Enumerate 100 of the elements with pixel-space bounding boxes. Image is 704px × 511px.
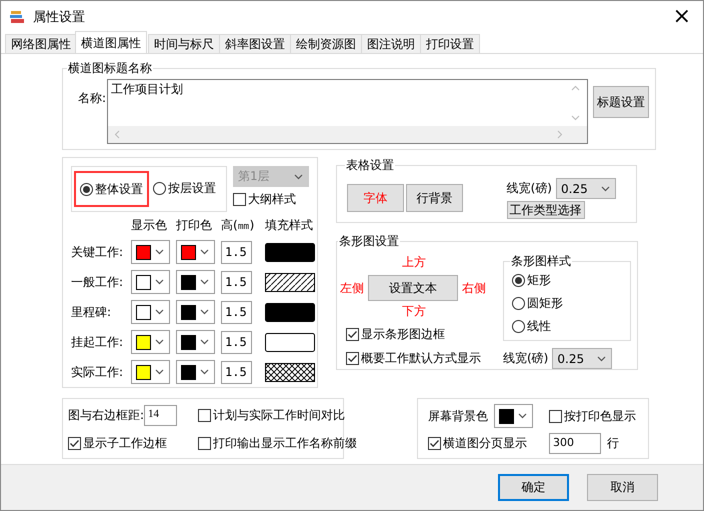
checkbox-option[interactable]: 按打印色显示 [549,408,638,424]
checkbox[interactable] [233,193,246,206]
color-dropdown[interactable] [176,360,215,384]
chevron-icon [518,413,527,419]
line-width-dropdown[interactable]: 0.25 [556,178,616,199]
title-settings-button[interactable]: 标题设置 [593,86,650,118]
color-dropdown[interactable] [131,360,170,384]
rows-unit-label: 行 [607,435,619,452]
height-field[interactable]: 1.5 [221,270,252,294]
dialog-button[interactable]: 确定 [498,474,569,501]
color-dropdown[interactable] [176,240,215,264]
checkbox[interactable] [198,437,211,450]
close-button[interactable]: × [668,6,695,28]
color-dropdown[interactable] [494,404,533,428]
radio-button[interactable] [512,320,525,333]
window-title: 属性设置 [33,8,85,26]
radio-option[interactable]: 圆矩形 [512,295,622,312]
checkbox[interactable] [346,328,359,341]
checkbox-option[interactable]: 横道图分页显示 [428,435,535,452]
fill-style-swatch[interactable] [265,302,315,322]
column-header: 高(㎜) [221,217,256,234]
color-dropdown[interactable] [176,270,215,294]
color-dropdown[interactable] [131,240,170,264]
radio-button[interactable] [153,182,166,195]
checkbox[interactable] [428,437,441,450]
table-button[interactable]: 行背景 [406,184,463,212]
color-dropdown[interactable] [176,330,215,354]
line-width-label: 线宽(磅) [506,180,552,197]
chevron-icon [155,279,164,285]
chevron-icon [200,279,209,285]
tab[interactable]: 网络图属性 [5,34,77,53]
row-label: 一般工作: [71,274,124,290]
line-width-label: 线宽(磅) [503,350,548,367]
tab[interactable]: 绘制资源图 [290,34,362,53]
margin-label: 图与右边框距: [68,407,144,424]
rows-field[interactable]: 300 [549,433,601,454]
tab[interactable]: 横道图属性 [75,31,147,53]
position-label: 右侧 [462,280,486,296]
chevron-icon [597,356,606,362]
checkbox-option[interactable]: 显示条形图边框 [346,326,500,343]
color-dropdown[interactable] [131,300,170,324]
checkbox-option[interactable]: 大纲样式 [233,191,309,208]
chevron-icon [155,249,164,255]
tab[interactable]: 图注说明 [361,34,421,53]
fill-style-swatch[interactable] [265,332,315,352]
checkbox[interactable] [198,409,211,422]
tab[interactable]: 斜率图设置 [219,34,291,53]
column-header: 打印色 [176,217,213,234]
line-width-dropdown[interactable]: 0.25 [552,348,612,369]
position-label: 左侧 [340,280,364,296]
checkbox-option[interactable]: 显示子工作边框 [68,435,198,452]
radio-button[interactable] [512,297,525,310]
fill-style-swatch[interactable] [265,362,315,382]
position-label: 上方 [402,254,427,271]
checkbox[interactable] [346,352,359,365]
checkbox[interactable] [549,410,562,422]
row-label: 关键工作: [71,244,124,260]
color-dropdown[interactable] [176,300,215,324]
tab[interactable]: 时间与标尺 [148,34,220,53]
column-header: 填充样式 [265,217,314,234]
checkbox-option[interactable]: 打印输出显示工作名称前缀 [198,435,357,452]
row-label: 里程碑: [71,304,112,320]
group-title: 条形图样式 [510,253,572,270]
chevron-icon [200,369,209,375]
set-text-button[interactable]: 设置文本 [368,275,458,301]
column-header: 显示色 [131,217,168,234]
background-color-label: 屏幕背景色 [428,408,488,424]
margin-field[interactable]: 14 [144,405,178,426]
tab[interactable]: 打印设置 [420,34,480,53]
chevron-icon [200,339,209,345]
work-type-button[interactable]: 工作类型选择 [506,201,585,219]
app-icon [9,8,25,24]
radio-option[interactable]: 整体设置 [80,180,143,198]
checkbox[interactable] [68,437,81,450]
group-title: 表格设置 [345,157,395,174]
row-label: 实际工作: [71,364,124,380]
radio-option[interactable]: 矩形 [512,272,622,289]
radio-button[interactable] [512,274,525,287]
row-label: 挂起工作: [71,334,124,350]
color-dropdown[interactable] [131,330,170,354]
height-field[interactable]: 1.5 [221,300,252,324]
height-field[interactable]: 1.5 [221,240,252,264]
group-title: 条形图设置 [338,233,400,250]
dialog-button[interactable]: 取消 [587,474,658,501]
group-title: 横道图标题名称 [67,60,153,77]
chevron-icon [601,186,610,192]
color-dropdown[interactable] [131,270,170,294]
height-field[interactable]: 1.5 [221,330,252,354]
fill-style-swatch[interactable] [265,242,315,262]
chevron-icon [155,369,164,375]
fill-style-swatch[interactable] [265,272,315,292]
chevron-icon [294,174,303,180]
checkbox-option[interactable]: 计划与实际工作时间对比 [198,407,357,424]
chevron-icon [155,309,164,315]
chevron-icon [200,309,209,315]
checkbox-option[interactable]: 概要工作默认方式显示 [346,350,500,367]
radio-option[interactable]: 按层设置 [153,180,216,197]
radio-option[interactable]: 线性 [512,318,622,335]
height-field[interactable]: 1.5 [221,360,252,384]
radio-button[interactable] [80,182,93,196]
